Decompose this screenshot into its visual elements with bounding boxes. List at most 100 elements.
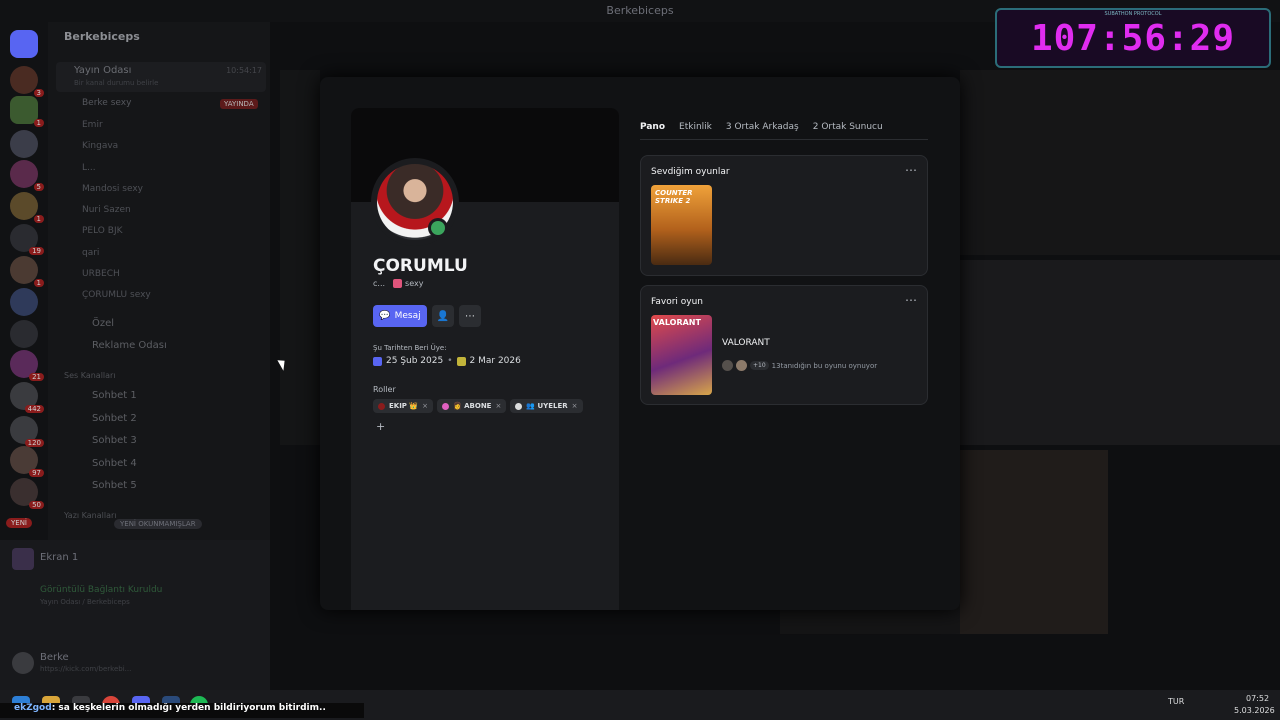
server-icon[interactable]: 1 (10, 96, 44, 127)
remove-icon: × (495, 402, 502, 410)
chat-ticker: ekZgod: sa keşkelerin olmadığı yerden bi… (0, 703, 364, 718)
channel-item[interactable]: Özel (92, 318, 114, 329)
profile-tabs: Pano Etkinlik 3 Ortak Arkadaş 2 Ortak Su… (640, 122, 883, 132)
member-item[interactable]: qari (82, 248, 99, 258)
role-chip[interactable]: 👥 UYELER × (510, 399, 583, 413)
role-chip[interactable]: 👩 ABONE × (436, 399, 507, 413)
avatar[interactable] (12, 652, 34, 674)
member-item[interactable]: Emir (82, 120, 103, 130)
server-icon[interactable] (10, 320, 38, 348)
home-icon[interactable] (10, 30, 38, 58)
ellipsis-icon: ⋯ (465, 310, 475, 322)
member-item[interactable]: Nuri Sazen (82, 205, 131, 215)
member-since-dates: 25 Şub 2025 • 2 Mar 2026 (373, 356, 521, 366)
member-item[interactable]: URBECH (82, 269, 120, 279)
server-icon[interactable]: 97 (10, 446, 44, 477)
more-icon[interactable]: ⋯ (905, 163, 917, 177)
roles-label: Roller (373, 385, 396, 394)
voice-channel-item[interactable]: Sohbet 2 (92, 413, 137, 424)
member-item[interactable]: Berke sexy (82, 98, 131, 108)
timer-header: SUBATHON PROTOCOL (1104, 11, 1162, 17)
live-badge: YAYINDA (220, 99, 258, 109)
member-item[interactable]: Kingava (82, 141, 118, 151)
server-icon[interactable]: 50 (10, 478, 44, 509)
voice-channel-name: Yayın Odası (74, 65, 132, 76)
favorite-games-title: Sevdiğim oyunlar (651, 167, 730, 177)
tab-mutual-friends[interactable]: 3 Ortak Arkadaş (726, 122, 799, 132)
server-icon (456, 356, 466, 366)
role-chip[interactable]: EKIP 👑 × (373, 399, 433, 413)
screen-share-title[interactable]: Ekran 1 (40, 552, 78, 563)
profile-actions: 💬 Mesaj 👤 ⋯ (373, 305, 481, 327)
member-since-label: Şu Tarihten Beri Üye: (373, 344, 447, 352)
tag-icon (393, 279, 403, 288)
more-icon[interactable]: ⋯ (905, 293, 917, 307)
server-icon[interactable]: 1 (10, 192, 44, 223)
clock-date[interactable]: 5.03.2026 (1234, 706, 1275, 715)
current-user-status: https://kick.com/berkebi... (40, 665, 132, 673)
discord-icon (373, 356, 382, 366)
server-tag[interactable]: sexy (393, 279, 423, 288)
server-icon[interactable]: 442 (10, 382, 44, 413)
server-icon[interactable]: 5 (10, 160, 44, 191)
current-user-name: Berke (40, 652, 69, 663)
server-icon[interactable] (10, 130, 38, 158)
voice-channel-item[interactable]: Sohbet 3 (92, 435, 137, 446)
timer-value: 107:56:29 (1030, 18, 1236, 59)
server-join-date: 2 Mar 2026 (469, 356, 521, 366)
language-indicator[interactable]: TUR (1168, 697, 1184, 706)
voice-channel-item[interactable]: Sohbet 5 (92, 480, 137, 491)
category-text[interactable]: Yazı Kanalları (64, 511, 117, 520)
chat-bubble-icon: 💬 (379, 311, 391, 321)
voice-channel-item[interactable]: Sohbet 1 (92, 390, 137, 401)
tab-mutual-servers[interactable]: 2 Ortak Sunucu (813, 122, 883, 132)
add-friend-icon: 👤 (436, 310, 450, 322)
remove-icon: × (571, 402, 578, 410)
add-role-button[interactable]: + (376, 420, 385, 433)
category-voice[interactable]: Ses Kanalları (64, 371, 116, 380)
avatar (736, 360, 747, 371)
remove-icon: × (422, 402, 428, 410)
subathon-timer: SUBATHON PROTOCOL 107:56:29 (995, 8, 1271, 68)
voice-channel-item[interactable]: Sohbet 4 (92, 458, 137, 469)
server-icon[interactable]: 21 (10, 350, 44, 381)
friends-playing: +10 13tanıdığın bu oyunu oynuyor (722, 360, 877, 371)
connection-location: Yayın Odası / Berkebiceps (40, 598, 130, 606)
new-unread-pill[interactable]: YENİ OKUNMAMIŞLAR (114, 519, 202, 529)
favorite-games-card: Sevdiğim oyunlar ⋯ COUNTER STRIKE 2 (640, 155, 928, 276)
member-item[interactable]: L... (82, 163, 96, 173)
screen: Berkebiceps 3 1 5 1 19 1 21 442 120 97 5… (0, 0, 1280, 720)
server-icon[interactable]: 3 (10, 66, 44, 97)
favorite-game-card: Favori oyun ⋯ VALORANT VALORANT +10 13ta… (640, 285, 928, 405)
member-item[interactable]: PELO BJK (82, 226, 123, 236)
voice-channel-active[interactable]: Yayın Odası 10:54:17 Bir kanal durumu be… (56, 62, 266, 92)
connection-status: Görüntülü Bağlantı Kuruldu (40, 585, 163, 595)
discord-join-date: 25 Şub 2025 (386, 356, 444, 366)
voice-channel-desc: Bir kanal durumu belirle (74, 79, 159, 87)
profile-username: ÇORUMLU (373, 256, 468, 276)
friend-request-button[interactable]: 👤 (432, 305, 454, 327)
server-icon[interactable]: 120 (10, 416, 44, 447)
tab-divider (640, 139, 928, 140)
server-icon[interactable]: 19 (10, 224, 44, 255)
channel-item[interactable]: Reklame Odası (92, 340, 167, 351)
tab-pano[interactable]: Pano (640, 122, 665, 132)
profile-subname: c... (373, 279, 386, 288)
profile-card: ÇORUMLU c... sexy 💬 Mesaj 👤 ⋯ Şu Tarihten… (351, 108, 619, 610)
tab-etkinlik[interactable]: Etkinlik (679, 122, 712, 132)
favorite-game-title: Favori oyun (651, 297, 704, 307)
server-icon[interactable] (10, 288, 38, 316)
profile-modal: ÇORUMLU c... sexy 💬 Mesaj 👤 ⋯ Şu Tarihten… (320, 77, 960, 610)
server-icon[interactable]: 1 (10, 256, 44, 287)
profile-subline: c... sexy (373, 279, 423, 288)
clock-time[interactable]: 07:52 (1246, 694, 1269, 703)
message-button[interactable]: 💬 Mesaj (373, 305, 427, 327)
server-name[interactable]: Berkebiceps (64, 30, 140, 43)
game-cover[interactable]: VALORANT (651, 315, 712, 395)
game-cover[interactable]: COUNTER STRIKE 2 (651, 185, 712, 265)
avatar (722, 360, 733, 371)
more-options-button[interactable]: ⋯ (459, 305, 481, 327)
member-item[interactable]: ÇORUMLU sexy (82, 290, 151, 300)
voice-channel-time: 10:54:17 (226, 66, 262, 75)
member-item[interactable]: Mandosi sexy (82, 184, 143, 194)
